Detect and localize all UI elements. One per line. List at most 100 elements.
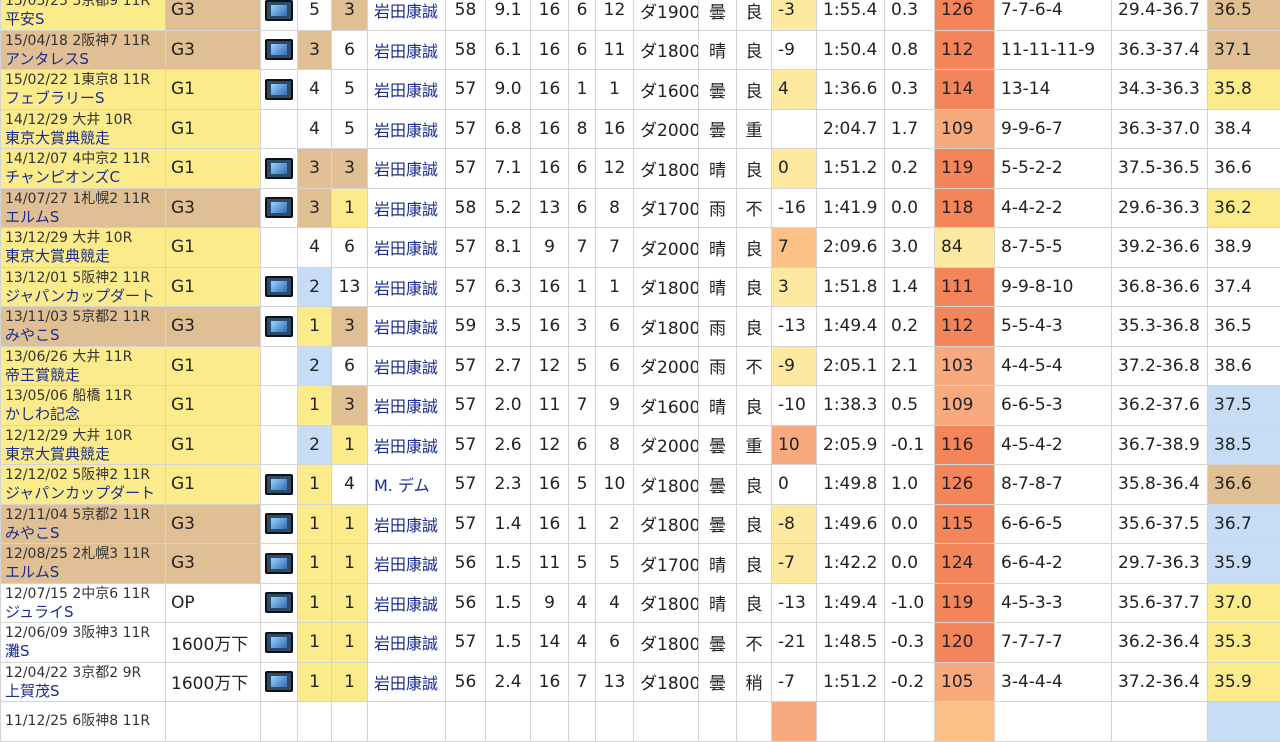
jockey-link[interactable]: 岩田康誠	[368, 307, 446, 347]
race-date-venue: 12/08/25 2札幌3 11R	[5, 545, 165, 563]
jockey-link[interactable]: 岩田康誠	[368, 188, 446, 228]
finish-cell: 1	[332, 623, 368, 663]
video-icon[interactable]	[265, 553, 293, 574]
video-icon[interactable]	[265, 592, 293, 613]
jockey-link[interactable]: 岩田康誠	[368, 544, 446, 584]
weight-cell: 58	[446, 0, 486, 30]
heads-cell: 16	[531, 504, 569, 544]
time-cell: 1:49.8	[817, 465, 885, 505]
grade-cell: G3	[166, 504, 261, 544]
jockey-link[interactable]: 岩田康誠	[368, 30, 446, 70]
race-name-link[interactable]: 帝王賞競走	[5, 366, 165, 384]
jockey-link[interactable]: 岩田康誠	[368, 583, 446, 623]
weather-cell: 晴	[699, 583, 737, 623]
track-diff-cell: -9	[772, 30, 817, 70]
video-icon[interactable]	[265, 197, 293, 218]
video-icon[interactable]	[265, 158, 293, 179]
popularity-cell: 2	[298, 267, 332, 307]
track-diff-cell: 7	[772, 228, 817, 268]
race-name-link[interactable]: 上賀茂S	[5, 682, 165, 700]
weight-cell: 58	[446, 30, 486, 70]
last3f-cell: 35.8	[1208, 70, 1280, 110]
track-cell: 良	[737, 149, 772, 189]
last3f-cell: 35.3	[1208, 623, 1280, 663]
jockey-link[interactable]: 岩田康誠	[368, 425, 446, 465]
race-name-link[interactable]: 平安S	[5, 10, 165, 28]
track-cell: 良	[737, 544, 772, 584]
weight-cell: 59	[446, 307, 486, 347]
race-name-link[interactable]: エルムS	[5, 563, 165, 581]
race-name-link[interactable]: みやこS	[5, 326, 165, 344]
video-icon[interactable]	[265, 632, 293, 653]
race-name-link[interactable]: 東京大賞典競走	[5, 129, 165, 147]
video-icon[interactable]	[265, 316, 293, 337]
race-cell: 14/12/29 大井 10R東京大賞典競走	[1, 109, 166, 149]
heads-cell: 16	[531, 465, 569, 505]
jockey-link[interactable]: 岩田康誠	[368, 623, 446, 663]
popularity-cell: 1	[298, 307, 332, 347]
video-icon[interactable]	[265, 0, 293, 21]
jockey-link[interactable]: 岩田康誠	[368, 0, 446, 30]
race-date-venue: 12/12/29 大井 10R	[5, 427, 165, 445]
jockey-link[interactable]: M. デム	[368, 465, 446, 505]
jockey-link[interactable]: 岩田康誠	[368, 149, 446, 189]
horse-number-cell: 12	[596, 0, 634, 30]
index-cell: 120	[935, 623, 995, 663]
grade-cell: G1	[166, 267, 261, 307]
race-name-link[interactable]: エルムS	[5, 208, 165, 226]
grade-cell: OP	[166, 583, 261, 623]
jockey-link[interactable]: 岩田康誠	[368, 504, 446, 544]
race-name-link[interactable]: フェブラリーS	[5, 89, 165, 107]
video-icon[interactable]	[265, 474, 293, 495]
weather-cell: 曇	[699, 0, 737, 30]
last3f-cell: 37.0	[1208, 583, 1280, 623]
race-name-link[interactable]: みやこS	[5, 524, 165, 542]
odds-cell: 7.1	[486, 149, 531, 189]
weight-cell: 57	[446, 70, 486, 110]
jockey-link[interactable]: 岩田康誠	[368, 346, 446, 386]
passing-cell: 11-11-11-9	[995, 30, 1112, 70]
popularity-cell: 2	[298, 346, 332, 386]
table-row: 12/08/25 2札幌3 11RエルムSG311岩田康誠561.51155ダ1…	[1, 544, 1280, 584]
jockey-link[interactable]: 岩田康誠	[368, 70, 446, 110]
race-name-link[interactable]: 東京大賞典競走	[5, 247, 165, 265]
video-icon[interactable]	[265, 671, 293, 692]
video-cell	[261, 583, 298, 623]
jockey-link[interactable]: 岩田康誠	[368, 109, 446, 149]
weight-cell: 57	[446, 267, 486, 307]
index-cell: 114	[935, 70, 995, 110]
weight-cell: 56	[446, 583, 486, 623]
track-diff-cell: -8	[772, 504, 817, 544]
weather-cell: 雨	[699, 188, 737, 228]
video-icon[interactable]	[265, 79, 293, 100]
finish-cell: 1	[332, 583, 368, 623]
index-cell: 126	[935, 0, 995, 30]
odds-cell: 6.3	[486, 267, 531, 307]
jockey-link[interactable]: 岩田康誠	[368, 267, 446, 307]
grade-cell: G1	[166, 109, 261, 149]
weather-cell: 曇	[699, 70, 737, 110]
table-row: 13/05/06 船橋 11Rかしわ記念G113岩田康誠572.01179ダ16…	[1, 386, 1280, 426]
finish-cell: 1	[332, 188, 368, 228]
video-icon[interactable]	[265, 39, 293, 60]
race-name-link[interactable]: ジュライS	[5, 603, 165, 621]
video-icon[interactable]	[265, 276, 293, 297]
jockey-link[interactable]: 岩田康誠	[368, 662, 446, 702]
odds-cell: 9.0	[486, 70, 531, 110]
track-diff-cell: -7	[772, 662, 817, 702]
heads-cell: 16	[531, 307, 569, 347]
race-name-link[interactable]: かしわ記念	[5, 405, 165, 423]
last3f-cell: 38.6	[1208, 346, 1280, 386]
race-name-link[interactable]: 東京大賞典競走	[5, 445, 165, 463]
track-diff-cell: -21	[772, 623, 817, 663]
jockey-link[interactable]: 岩田康誠	[368, 228, 446, 268]
race-name-link[interactable]: 灘S	[5, 642, 165, 660]
jockey-link[interactable]: 岩田康誠	[368, 386, 446, 426]
race-name-link[interactable]: チャンピオンズC	[5, 168, 165, 186]
race-name-link[interactable]: ジャパンカップダート	[5, 287, 165, 305]
jockey-link[interactable]	[368, 702, 446, 742]
race-name-link[interactable]: アンタレスS	[5, 50, 165, 68]
race-name-link[interactable]: ジャパンカップダート	[5, 484, 165, 502]
video-cell	[261, 149, 298, 189]
video-icon[interactable]	[265, 513, 293, 534]
